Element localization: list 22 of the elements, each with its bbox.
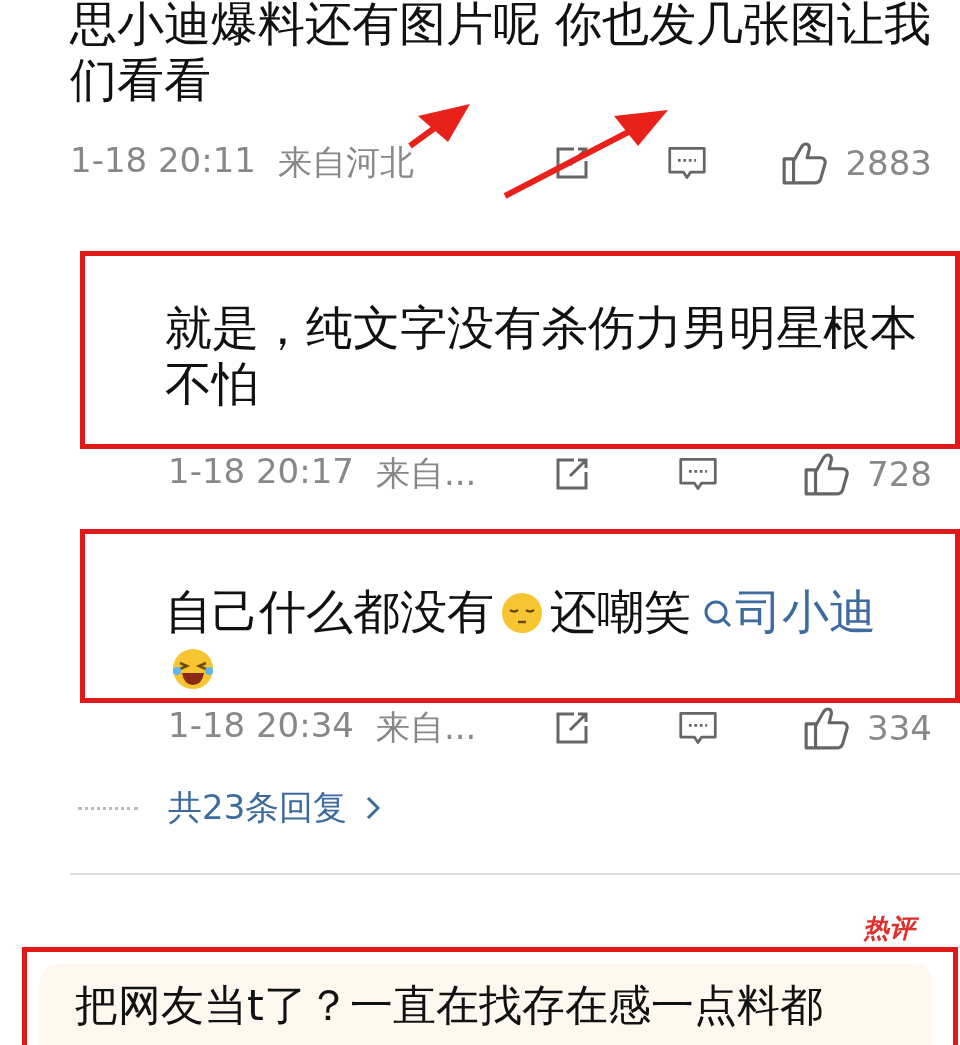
- timestamp: 1-18 20:11: [70, 140, 256, 182]
- timestamp: 1-18 20:17: [168, 451, 354, 493]
- mention-link[interactable]: 司小迪: [703, 584, 876, 639]
- reply-text: 就是，纯文字没有杀伤力男明星根本不怕: [165, 300, 918, 412]
- more-replies-link[interactable]: 共23条回复: [168, 785, 382, 831]
- sleepy-face-icon: [500, 591, 544, 635]
- like-count: 728: [867, 454, 932, 494]
- like-icon[interactable]: [803, 451, 850, 497]
- like-count: 2883: [845, 143, 932, 183]
- chevron-icon: [365, 795, 382, 821]
- location: 来自...: [375, 452, 477, 495]
- like-icon[interactable]: [781, 140, 828, 186]
- timestamp: 1-18 20:34: [168, 705, 354, 747]
- like-icon[interactable]: [803, 705, 850, 751]
- laughing-face-icon: [171, 647, 215, 691]
- location: 来自...: [375, 706, 477, 749]
- comment-text: 把网友当t了？一直在找存在感一点料都: [75, 979, 824, 1032]
- like-count: 334: [867, 708, 932, 748]
- search-icon: [703, 599, 733, 629]
- reply-text: 自己什么都没有 还嘲笑 司小迪: [165, 584, 925, 696]
- comment-text: 思小迪爆料还有图片呢 你也发几张图让我们看看: [70, 0, 932, 108]
- location: 来自河北: [277, 141, 414, 184]
